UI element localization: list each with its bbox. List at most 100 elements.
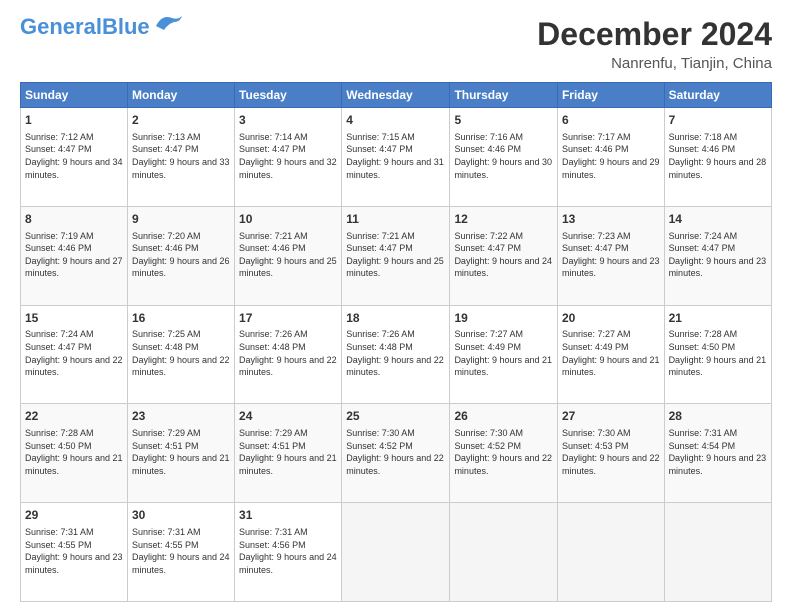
day-number: 7 bbox=[669, 112, 767, 129]
day-number: 11 bbox=[346, 211, 445, 228]
cell-info: Sunrise: 7:17 AMSunset: 4:46 PMDaylight:… bbox=[562, 132, 660, 180]
calendar-cell: 25 Sunrise: 7:30 AMSunset: 4:52 PMDayligh… bbox=[342, 404, 450, 503]
header: GeneralBlue December 2024 Nanrenfu, Tian… bbox=[20, 16, 772, 72]
day-header-wednesday: Wednesday bbox=[342, 83, 450, 108]
calendar-cell: 10Sunrise: 7:21 AMSunset: 4:46 PMDayligh… bbox=[235, 206, 342, 305]
cell-info: Sunrise: 7:13 AMSunset: 4:47 PMDaylight:… bbox=[132, 132, 230, 180]
cell-info: Sunrise: 7:21 AMSunset: 4:47 PMDaylight:… bbox=[346, 231, 444, 279]
calendar-week-5: 29 Sunrise: 7:31 AMSunset: 4:55 PMDayligh… bbox=[21, 503, 772, 602]
day-number: 17 bbox=[239, 310, 337, 327]
day-number: 1 bbox=[25, 112, 123, 129]
calendar-cell: 3Sunrise: 7:14 AMSunset: 4:47 PMDaylight… bbox=[235, 108, 342, 207]
day-header-saturday: Saturday bbox=[664, 83, 771, 108]
cell-info: Sunrise: 7:27 AMSunset: 4:49 PMDaylight:… bbox=[454, 329, 552, 377]
day-number: 29 bbox=[25, 507, 123, 524]
cell-info: Sunrise: 7:29 AMSunset: 4:51 PMDaylight:… bbox=[239, 428, 337, 476]
calendar-cell: 8 Sunrise: 7:19 AMSunset: 4:46 PMDaylight… bbox=[21, 206, 128, 305]
cell-info: Sunrise: 7:31 AMSunset: 4:55 PMDaylight:… bbox=[132, 527, 230, 575]
calendar-table: SundayMondayTuesdayWednesdayThursdayFrid… bbox=[20, 82, 772, 602]
calendar-cell: 12 Sunrise: 7:22 AMSunset: 4:47 PMDayligh… bbox=[450, 206, 558, 305]
calendar-week-4: 22 Sunrise: 7:28 AMSunset: 4:50 PMDayligh… bbox=[21, 404, 772, 503]
calendar-week-2: 8 Sunrise: 7:19 AMSunset: 4:46 PMDaylight… bbox=[21, 206, 772, 305]
cell-info: Sunrise: 7:26 AMSunset: 4:48 PMDaylight:… bbox=[346, 329, 444, 377]
cell-info: Sunrise: 7:31 AMSunset: 4:54 PMDaylight:… bbox=[669, 428, 767, 476]
day-number: 10 bbox=[239, 211, 337, 228]
calendar-cell: 24 Sunrise: 7:29 AMSunset: 4:51 PMDayligh… bbox=[235, 404, 342, 503]
calendar-cell: 13 Sunrise: 7:23 AMSunset: 4:47 PMDayligh… bbox=[557, 206, 664, 305]
day-header-friday: Friday bbox=[557, 83, 664, 108]
day-number: 23 bbox=[132, 408, 230, 425]
cell-info: Sunrise: 7:30 AMSunset: 4:53 PMDaylight:… bbox=[562, 428, 660, 476]
calendar-cell: 6 Sunrise: 7:17 AMSunset: 4:46 PMDaylight… bbox=[557, 108, 664, 207]
cell-info: Sunrise: 7:23 AMSunset: 4:47 PMDaylight:… bbox=[562, 231, 660, 279]
calendar-cell: 2 Sunrise: 7:13 AMSunset: 4:47 PMDaylight… bbox=[127, 108, 234, 207]
cell-info: Sunrise: 7:12 AMSunset: 4:47 PMDaylight:… bbox=[25, 132, 123, 180]
cell-info: Sunrise: 7:28 AMSunset: 4:50 PMDaylight:… bbox=[25, 428, 123, 476]
title-area: December 2024 Nanrenfu, Tianjin, China bbox=[537, 16, 772, 72]
calendar-cell: 19 Sunrise: 7:27 AMSunset: 4:49 PMDayligh… bbox=[450, 305, 558, 404]
cell-info: Sunrise: 7:18 AMSunset: 4:46 PMDaylight:… bbox=[669, 132, 767, 180]
cell-info: Sunrise: 7:14 AMSunset: 4:47 PMDaylight:… bbox=[239, 132, 337, 180]
cell-info: Sunrise: 7:19 AMSunset: 4:46 PMDaylight:… bbox=[25, 231, 123, 279]
cell-info: Sunrise: 7:31 AMSunset: 4:55 PMDaylight:… bbox=[25, 527, 123, 575]
day-number: 13 bbox=[562, 211, 660, 228]
logo-bird-icon bbox=[152, 12, 188, 34]
cell-info: Sunrise: 7:28 AMSunset: 4:50 PMDaylight:… bbox=[669, 329, 767, 377]
calendar-cell bbox=[450, 503, 558, 602]
day-number: 2 bbox=[132, 112, 230, 129]
calendar-cell: 7 Sunrise: 7:18 AMSunset: 4:46 PMDaylight… bbox=[664, 108, 771, 207]
calendar-cell: 28 Sunrise: 7:31 AMSunset: 4:54 PMDayligh… bbox=[664, 404, 771, 503]
calendar-cell: 30 Sunrise: 7:31 AMSunset: 4:55 PMDayligh… bbox=[127, 503, 234, 602]
calendar-cell: 27Sunrise: 7:30 AMSunset: 4:53 PMDayligh… bbox=[557, 404, 664, 503]
cell-info: Sunrise: 7:25 AMSunset: 4:48 PMDaylight:… bbox=[132, 329, 230, 377]
cell-info: Sunrise: 7:24 AMSunset: 4:47 PMDaylight:… bbox=[25, 329, 123, 377]
logo-blue: Blue bbox=[102, 14, 150, 39]
day-number: 9 bbox=[132, 211, 230, 228]
calendar-cell: 31 Sunrise: 7:31 AMSunset: 4:56 PMDayligh… bbox=[235, 503, 342, 602]
cell-info: Sunrise: 7:30 AMSunset: 4:52 PMDaylight:… bbox=[346, 428, 444, 476]
day-number: 19 bbox=[454, 310, 553, 327]
day-number: 22 bbox=[25, 408, 123, 425]
calendar-cell: 14 Sunrise: 7:24 AMSunset: 4:47 PMDayligh… bbox=[664, 206, 771, 305]
calendar-week-1: 1 Sunrise: 7:12 AMSunset: 4:47 PMDaylight… bbox=[21, 108, 772, 207]
calendar-cell: 1 Sunrise: 7:12 AMSunset: 4:47 PMDaylight… bbox=[21, 108, 128, 207]
calendar-cell: 18Sunrise: 7:26 AMSunset: 4:48 PMDayligh… bbox=[342, 305, 450, 404]
day-number: 12 bbox=[454, 211, 553, 228]
day-number: 5 bbox=[454, 112, 553, 129]
day-header-thursday: Thursday bbox=[450, 83, 558, 108]
calendar-cell: 9Sunrise: 7:20 AMSunset: 4:46 PMDaylight… bbox=[127, 206, 234, 305]
day-number: 14 bbox=[669, 211, 767, 228]
page: GeneralBlue December 2024 Nanrenfu, Tian… bbox=[0, 0, 792, 612]
cell-info: Sunrise: 7:22 AMSunset: 4:47 PMDaylight:… bbox=[454, 231, 552, 279]
day-number: 30 bbox=[132, 507, 230, 524]
calendar-cell: 4Sunrise: 7:15 AMSunset: 4:47 PMDaylight… bbox=[342, 108, 450, 207]
cell-info: Sunrise: 7:15 AMSunset: 4:47 PMDaylight:… bbox=[346, 132, 444, 180]
calendar-cell: 23 Sunrise: 7:29 AMSunset: 4:51 PMDayligh… bbox=[127, 404, 234, 503]
day-number: 24 bbox=[239, 408, 337, 425]
day-number: 8 bbox=[25, 211, 123, 228]
calendar-cell bbox=[664, 503, 771, 602]
calendar-cell: 17Sunrise: 7:26 AMSunset: 4:48 PMDayligh… bbox=[235, 305, 342, 404]
day-number: 16 bbox=[132, 310, 230, 327]
day-number: 25 bbox=[346, 408, 445, 425]
logo-text: GeneralBlue bbox=[20, 16, 150, 38]
calendar-body: 1 Sunrise: 7:12 AMSunset: 4:47 PMDaylight… bbox=[21, 108, 772, 602]
cell-info: Sunrise: 7:16 AMSunset: 4:46 PMDaylight:… bbox=[454, 132, 552, 180]
calendar-cell: 29 Sunrise: 7:31 AMSunset: 4:55 PMDayligh… bbox=[21, 503, 128, 602]
calendar-cell: 20Sunrise: 7:27 AMSunset: 4:49 PMDayligh… bbox=[557, 305, 664, 404]
calendar-cell: 22 Sunrise: 7:28 AMSunset: 4:50 PMDayligh… bbox=[21, 404, 128, 503]
day-number: 26 bbox=[454, 408, 553, 425]
day-header-tuesday: Tuesday bbox=[235, 83, 342, 108]
day-number: 31 bbox=[239, 507, 337, 524]
cell-info: Sunrise: 7:29 AMSunset: 4:51 PMDaylight:… bbox=[132, 428, 230, 476]
calendar-cell bbox=[557, 503, 664, 602]
day-number: 6 bbox=[562, 112, 660, 129]
calendar-cell: 16 Sunrise: 7:25 AMSunset: 4:48 PMDayligh… bbox=[127, 305, 234, 404]
cell-info: Sunrise: 7:24 AMSunset: 4:47 PMDaylight:… bbox=[669, 231, 767, 279]
day-number: 28 bbox=[669, 408, 767, 425]
cell-info: Sunrise: 7:31 AMSunset: 4:56 PMDaylight:… bbox=[239, 527, 337, 575]
day-number: 15 bbox=[25, 310, 123, 327]
calendar-cell: 21Sunrise: 7:28 AMSunset: 4:50 PMDayligh… bbox=[664, 305, 771, 404]
day-number: 20 bbox=[562, 310, 660, 327]
day-header-monday: Monday bbox=[127, 83, 234, 108]
